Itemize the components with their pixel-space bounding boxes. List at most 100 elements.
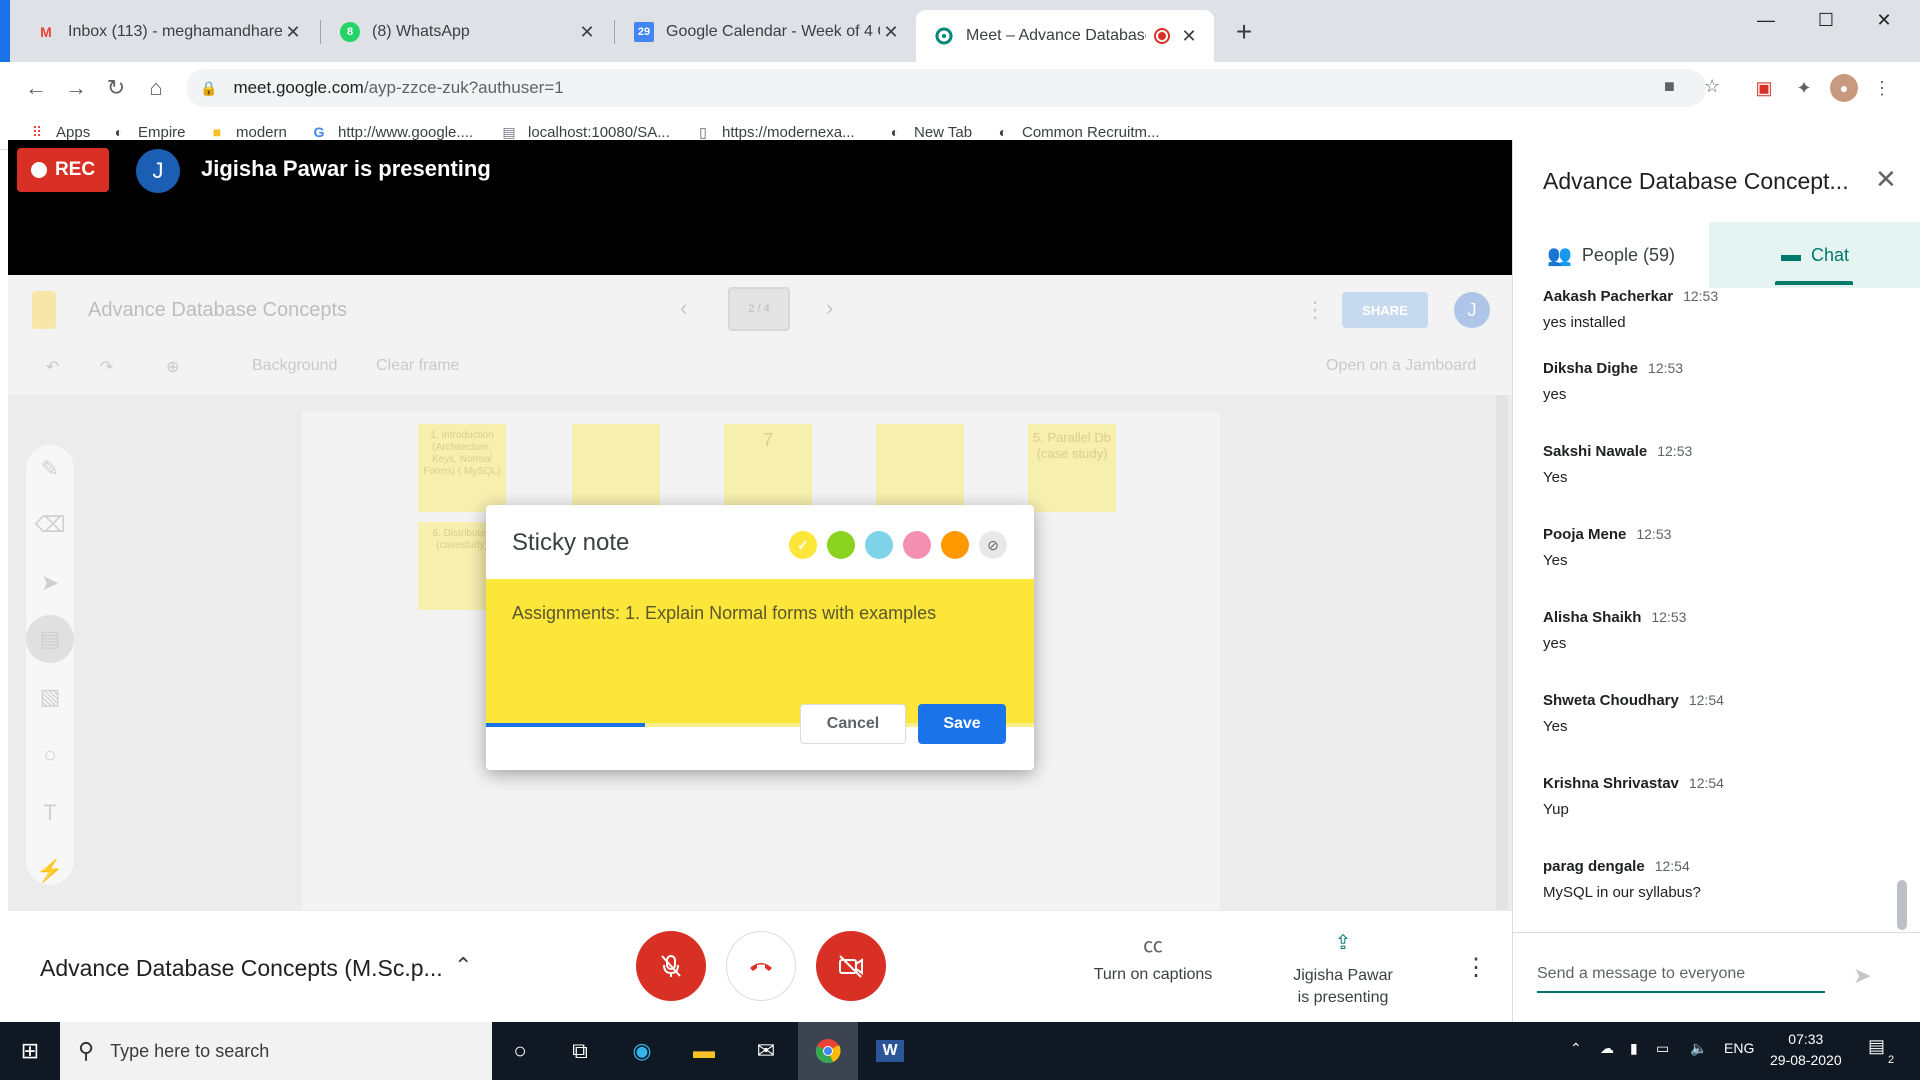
sticky-note-text[interactable]: Assignments: 1. Explain Normal forms wit…	[512, 603, 936, 624]
window-close-icon[interactable]: ✕	[1856, 4, 1912, 36]
close-icon[interactable]: ✕	[576, 21, 598, 43]
chat-scrollbar[interactable]	[1897, 880, 1907, 930]
back-icon[interactable]: ←	[20, 72, 52, 104]
cloud-icon[interactable]: ☁	[1600, 1040, 1614, 1057]
eraser-icon[interactable]: ⌫	[26, 501, 74, 549]
star-icon[interactable]: ☆	[1704, 76, 1720, 97]
minimize-icon[interactable]: —	[1738, 4, 1794, 36]
rec-label: REC	[54, 159, 96, 180]
jamboard-menu-icon[interactable]: ⋮	[1304, 297, 1326, 323]
jamboard-title: Advance Database Concepts	[88, 299, 348, 321]
sticky-note[interactable]: 5. Parallel Db (case study)	[1028, 424, 1116, 512]
text-box-icon[interactable]: T	[26, 789, 74, 837]
tab-calendar[interactable]: 29 Google Calendar - Week of 4 Oct ✕	[616, 10, 916, 54]
forward-icon[interactable]: →	[60, 72, 92, 104]
microphone-tray-icon[interactable]: ▮	[1630, 1040, 1638, 1057]
send-icon[interactable]: ➤	[1853, 963, 1871, 989]
windows-start-icon[interactable]: ⊞	[0, 1022, 60, 1080]
select-icon[interactable]: ➤	[26, 559, 74, 607]
file-explorer-icon[interactable]: ▬	[674, 1022, 734, 1080]
undo-icon[interactable]: ↶	[46, 357, 59, 377]
language-indicator[interactable]: ENG	[1724, 1040, 1754, 1056]
page-icon: ▯	[699, 123, 707, 140]
tab-meet[interactable]: Meet – Advance Database C ✕	[916, 10, 1214, 62]
chevron-up-icon[interactable]: ⌃	[454, 953, 472, 979]
battery-icon[interactable]: ▭	[1656, 1040, 1669, 1057]
chat-message-list[interactable]: Aakash Pacherkar 12:53 yes installed Diks…	[1513, 290, 1905, 910]
notifications-icon[interactable]: ▤	[1868, 1036, 1885, 1057]
sticky-note[interactable]	[876, 424, 964, 512]
edge-icon[interactable]: ◉	[612, 1022, 672, 1080]
sticky-note[interactable]	[572, 424, 660, 512]
message-sender: Diksha Dighe	[1543, 360, 1639, 377]
no-color-icon[interactable]: ⊘	[979, 531, 1007, 559]
tab-gmail[interactable]: M Inbox (113) - meghamandhare7@ ✕	[18, 10, 318, 54]
more-options-icon[interactable]: ⋮	[1464, 953, 1488, 982]
presenting-button[interactable]: ⇪ Jigisha Pawar is presenting	[1268, 929, 1418, 1010]
sticky-note[interactable]: 1. Introduction (Architecture, Keys, Nor…	[418, 424, 506, 512]
tab-chat[interactable]: ▬ Chat	[1709, 222, 1920, 288]
message-time: 12:53	[1651, 609, 1687, 625]
leave-call-button[interactable]	[726, 931, 796, 1001]
laser-icon[interactable]: ⚡	[26, 847, 74, 895]
share-button[interactable]: SHARE	[1342, 292, 1428, 328]
extension-pocket-icon[interactable]: ▣	[1750, 74, 1778, 102]
jamboard-scrollbar[interactable]	[1496, 395, 1508, 910]
extensions-icon[interactable]: ✦	[1790, 74, 1818, 102]
camera-icon[interactable]: ■	[1664, 76, 1675, 97]
circle-icon[interactable]: ○	[26, 731, 74, 779]
save-button[interactable]: Save	[918, 704, 1006, 744]
color-swatch-pink[interactable]	[903, 531, 931, 559]
tab-whatsapp[interactable]: 8 (8) WhatsApp ✕	[322, 10, 612, 54]
color-swatch-yellow[interactable]: ✓	[789, 531, 817, 559]
show-hidden-icons[interactable]: ⌃	[1570, 1040, 1582, 1057]
address-bar[interactable]: 🔒 meet.google.com /ayp-zzce-zuk?authuser…	[186, 69, 1706, 107]
task-view-icon[interactable]: ⧉	[550, 1022, 610, 1080]
redo-icon[interactable]: ↷	[100, 357, 113, 377]
open-jamboard-link[interactable]: Open on a Jamboard	[1326, 357, 1476, 375]
cortana-icon[interactable]: ○	[490, 1022, 550, 1080]
color-swatch-blue[interactable]	[865, 531, 893, 559]
mail-icon[interactable]: ✉	[736, 1022, 796, 1080]
pen-icon[interactable]: ✎	[26, 445, 74, 493]
chat-message: Alisha Shaikh 12:53 yes	[1543, 609, 1883, 652]
close-icon[interactable]: ✕	[1178, 25, 1200, 47]
home-icon[interactable]: ⌂	[140, 72, 172, 104]
image-icon[interactable]: ▧	[26, 673, 74, 721]
tab-people[interactable]: 👥 People (59)	[1513, 222, 1709, 288]
profile-avatar[interactable]: ●	[1830, 74, 1858, 102]
cancel-button[interactable]: Cancel	[800, 704, 906, 744]
chrome-icon[interactable]	[798, 1022, 858, 1080]
close-icon[interactable]: ✕	[282, 21, 304, 43]
sticky-note-icon[interactable]: ▤	[26, 615, 74, 663]
taskbar-search[interactable]: ⚲ Type here to search	[60, 1022, 492, 1080]
mic-toggle-button[interactable]	[636, 931, 706, 1001]
clear-frame-button[interactable]: Clear frame	[376, 357, 460, 375]
meeting-name[interactable]: Advance Database Concepts (M.Sc.p...	[40, 955, 443, 982]
prev-frame-icon[interactable]: ‹	[680, 295, 687, 321]
clock[interactable]: 07:33 29-08-2020	[1770, 1029, 1842, 1071]
apps-grid-icon: ⠿	[31, 123, 43, 140]
reload-icon[interactable]: ↻	[100, 72, 132, 104]
next-frame-icon[interactable]: ›	[826, 295, 833, 321]
tab-title: (8) WhatsApp	[372, 23, 470, 40]
camera-toggle-button[interactable]	[816, 931, 886, 1001]
close-panel-icon[interactable]: ✕	[1875, 164, 1897, 195]
browser-menu-icon[interactable]: ⋮	[1868, 74, 1896, 102]
color-swatch-orange[interactable]	[941, 531, 969, 559]
chat-message-input[interactable]: Send a message to everyone	[1537, 961, 1825, 993]
sticky-note[interactable]: 7	[724, 424, 812, 512]
volume-icon[interactable]: 🔈	[1690, 1040, 1707, 1057]
maximize-icon[interactable]: ☐	[1798, 4, 1854, 36]
color-swatch-green[interactable]	[827, 531, 855, 559]
word-icon[interactable]: W	[860, 1022, 920, 1080]
close-icon[interactable]: ✕	[880, 21, 902, 43]
zoom-icon[interactable]: ⊕	[166, 357, 179, 377]
captions-button[interactable]: ㏄ Turn on captions	[1078, 929, 1228, 984]
frame-pager[interactable]: 2 / 4	[728, 287, 790, 331]
new-tab-button[interactable]: +	[1228, 16, 1260, 48]
jamboard-avatar: J	[1454, 292, 1490, 328]
background-button[interactable]: Background	[252, 357, 337, 375]
url-path: /ayp-zzce-zuk?authuser=1	[363, 78, 564, 97]
jamboard-header: Advance Database Concepts ‹ 2 / 4 › ⋮ SH…	[8, 275, 1512, 395]
